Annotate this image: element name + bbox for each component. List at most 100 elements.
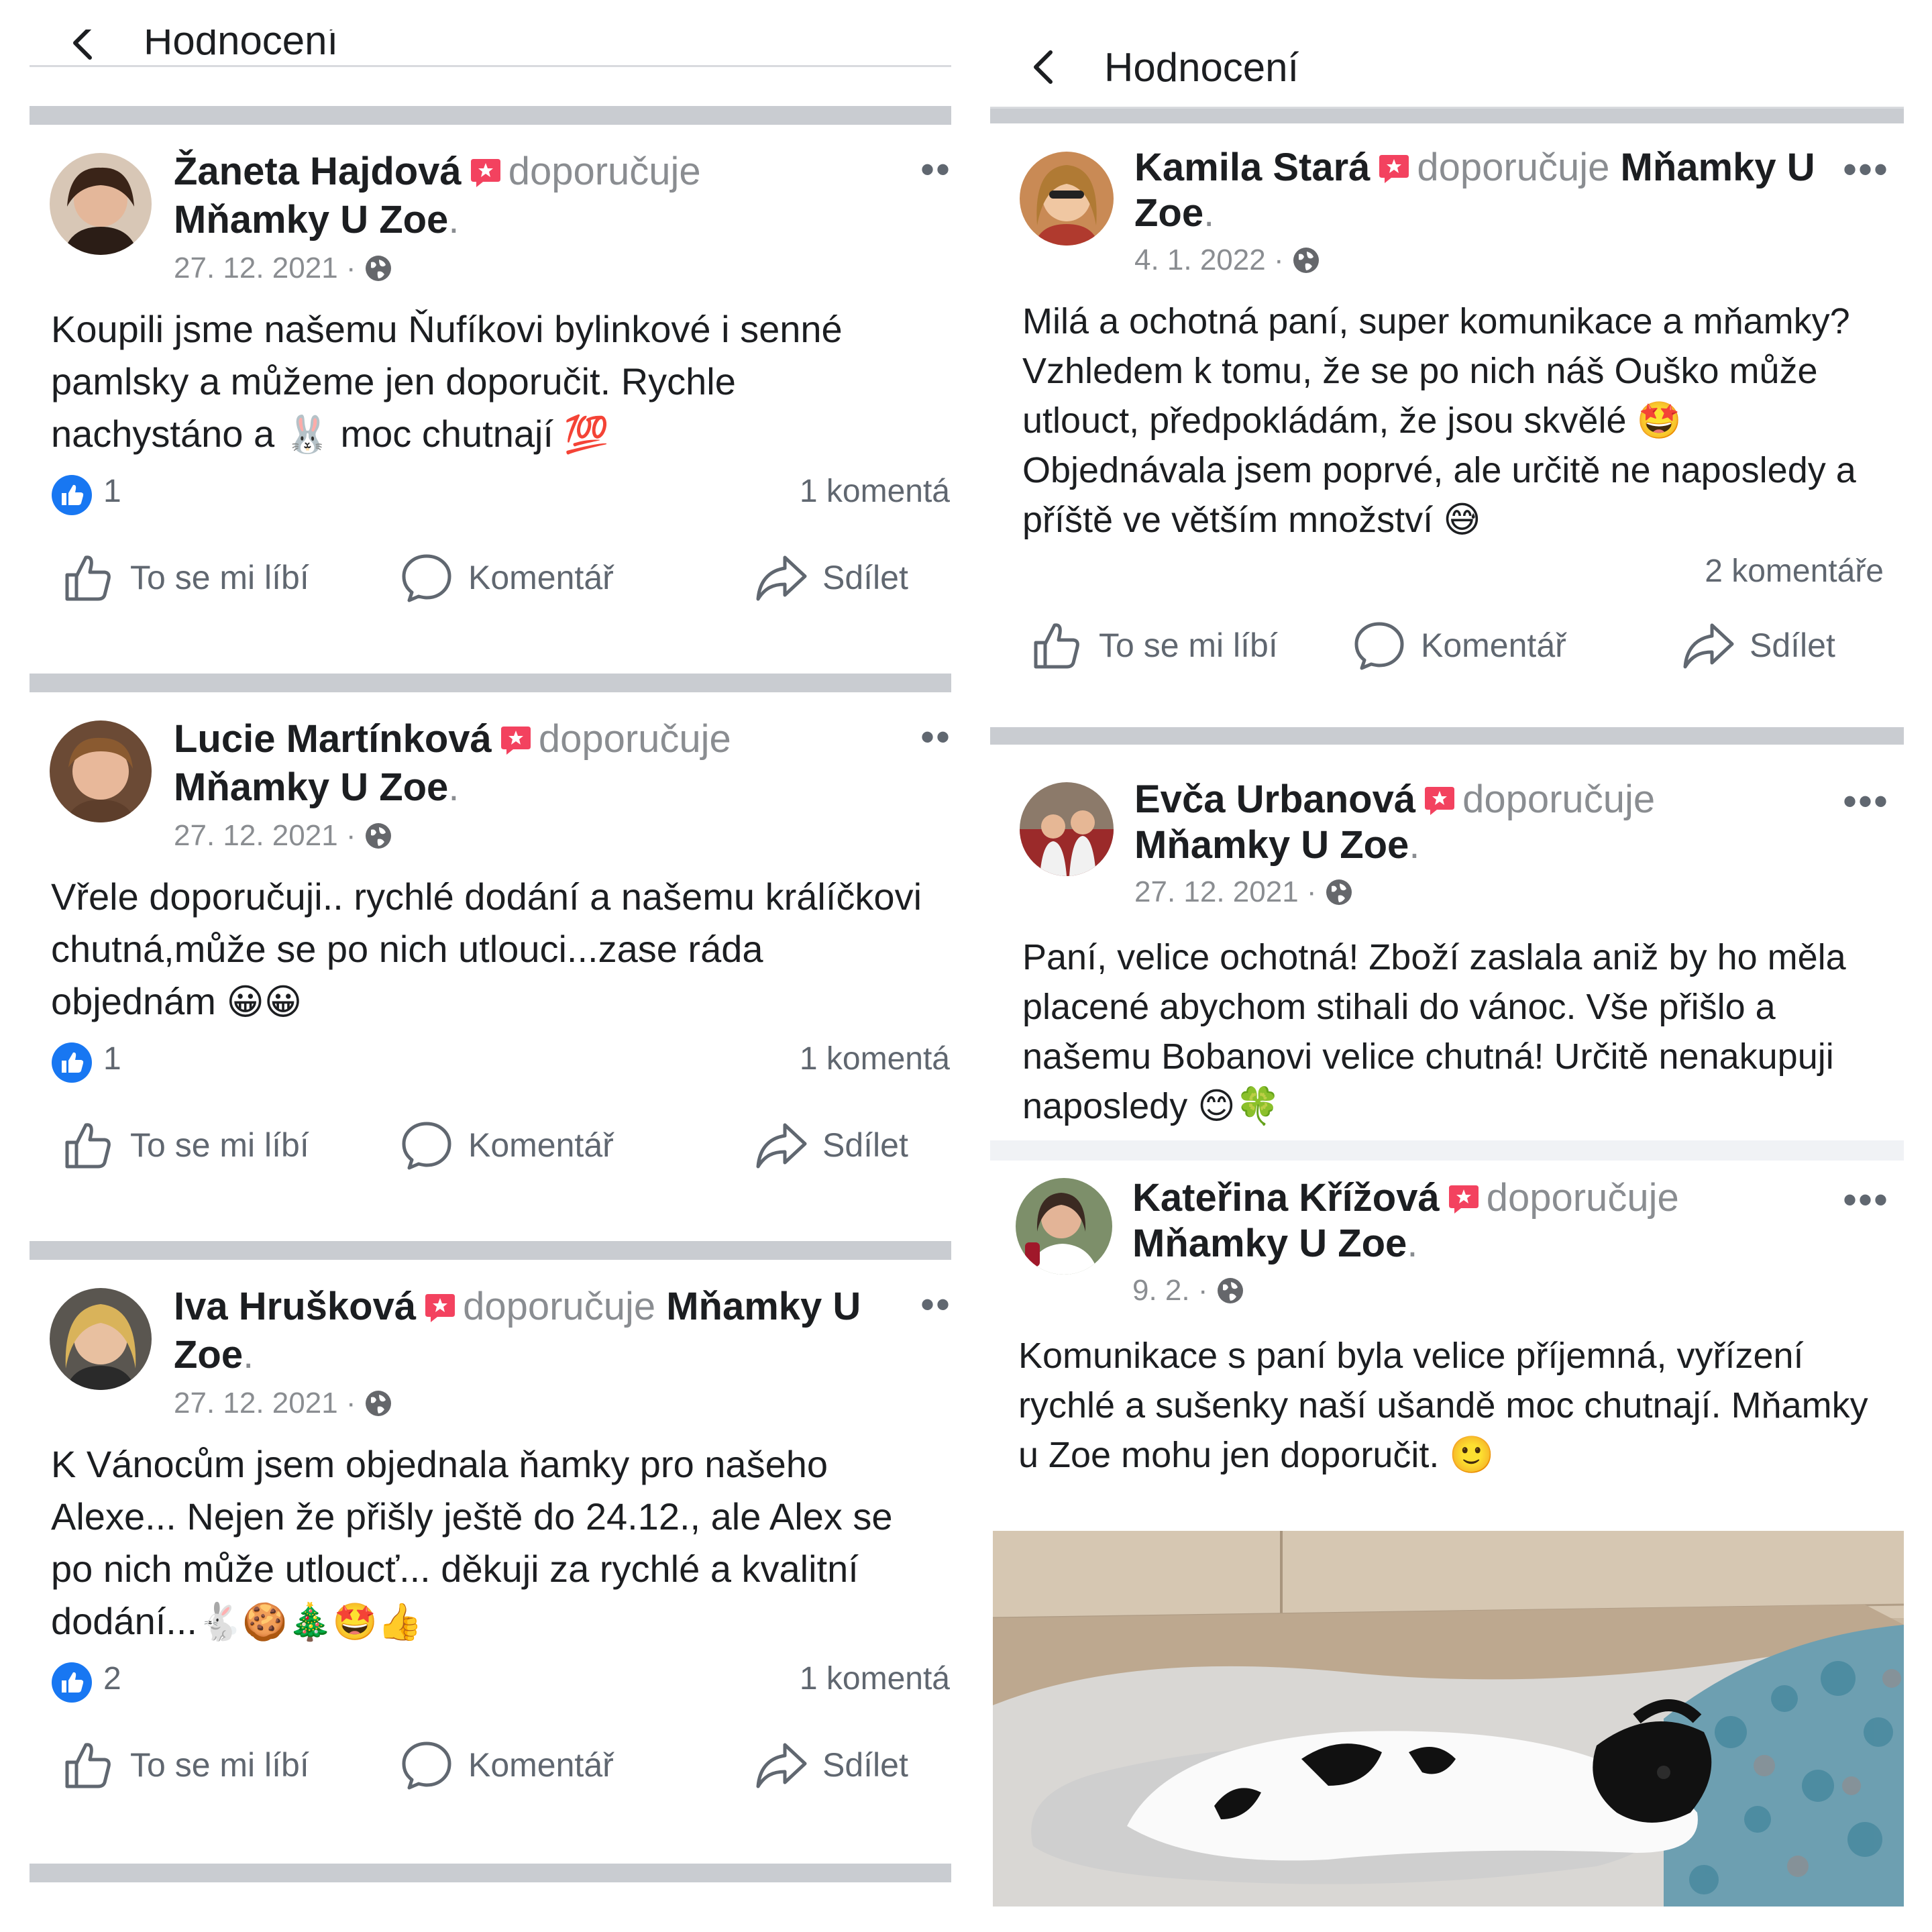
post-meta: 9. 2. · (1132, 1271, 1904, 1311)
back-chevron-icon[interactable] (1025, 47, 1065, 87)
comment-button[interactable]: Komentář (400, 551, 614, 604)
more-dots-icon[interactable]: ••• (1843, 1180, 1889, 1220)
share-button[interactable]: Sdílet (1681, 619, 1835, 672)
like-button[interactable]: To se mi líbí (1030, 619, 1278, 672)
post-header: Kateřina Křížová doporučuje Mňamky U Zoe.… (990, 1175, 1904, 1311)
comments-count[interactable]: 2 komentáře (1705, 553, 1884, 590)
like-count[interactable]: 1 (103, 473, 121, 510)
feed-separator (990, 109, 1904, 123)
comment-button[interactable]: Komentář (1352, 619, 1566, 672)
like-count[interactable]: 1 (103, 1040, 121, 1077)
like-button[interactable]: To se mi líbí (62, 1738, 309, 1792)
right-screenshot-panel: Hodnocení Kamila Stará doporučuje Mňamky … (990, 30, 1904, 1908)
author-name[interactable]: Evča Urbanová (1134, 777, 1415, 821)
post-date: 4. 1. 2022 · (1134, 244, 1284, 276)
reaction-counts: 1 1 komentá (30, 1032, 951, 1093)
more-dots-icon[interactable]: •• (920, 1285, 951, 1325)
like-button-label: To se mi líbí (130, 1126, 309, 1164)
post-date: 27. 12. 2021 · (1134, 875, 1317, 908)
post-header: Iva Hrušková doporučuje Mňamky U Zoe. •• … (30, 1283, 951, 1424)
emoji: 😀😀 (226, 981, 303, 1023)
comment-button[interactable]: Komentář (400, 1118, 614, 1172)
back-chevron-icon[interactable] (64, 30, 105, 63)
page-name[interactable]: Mňamky U Zoe (174, 198, 448, 241)
more-dots-icon[interactable]: ••• (1843, 150, 1889, 190)
review-text: Paní, velice ochotná! Zboží zaslala aniž… (990, 932, 1904, 1131)
avatar[interactable] (50, 720, 152, 822)
page-name[interactable]: Mňamky U Zoe (1134, 823, 1409, 867)
recommend-verb: doporučuje (1417, 146, 1610, 189)
comments-count[interactable]: 1 komentá (800, 473, 950, 510)
emoji: 🐇🍪🎄🤩👍 (197, 1601, 423, 1643)
avatar[interactable] (1020, 782, 1114, 876)
review-text: Milá a ochotná paní, super komunikace a … (990, 297, 1904, 545)
author-name[interactable]: Kateřina Křížová (1132, 1176, 1440, 1220)
more-dots-icon[interactable]: ••• (1843, 782, 1889, 822)
post-actions: To se mi líbí Komentář Sdílet (30, 525, 951, 626)
like-reaction-icon[interactable] (51, 1662, 93, 1703)
post-meta: 27. 12. 2021 · (174, 816, 951, 856)
feed-separator (990, 727, 1904, 745)
page-name[interactable]: Mňamky U Zoe (174, 765, 448, 809)
author-name[interactable]: Kamila Stará (1134, 146, 1370, 189)
reaction-counts: 2 komentáře (990, 545, 1904, 605)
like-button[interactable]: To se mi líbí (62, 551, 309, 604)
comment-button-label: Komentář (1421, 627, 1566, 664)
author-name[interactable]: Iva Hrušková (174, 1285, 416, 1328)
post-headline: Lucie Martínková doporučuje Mňamky U Zoe. (174, 717, 731, 809)
post-meta: 27. 12. 2021 · (174, 248, 951, 288)
post-meta: 4. 1. 2022 · (1134, 240, 1904, 280)
review-post: Kamila Stará doporučuje Mňamky U Zoe. •••… (990, 123, 1904, 727)
review-text-part: K Vánocům jsem objednala ňamky pro našeh… (51, 1443, 893, 1642)
share-button-label: Sdílet (822, 1746, 908, 1784)
avatar[interactable] (1016, 1178, 1112, 1275)
post-actions: To se mi líbí Komentář Sdílet (990, 605, 1904, 692)
post-meta: 27. 12. 2021 · (1134, 872, 1904, 912)
comments-count[interactable]: 1 komentá (800, 1040, 950, 1077)
globe-icon (364, 254, 392, 282)
feed-separator (30, 674, 951, 692)
more-dots-icon[interactable]: •• (920, 717, 951, 757)
review-text-part: Milá a ochotná paní, super komunikace a … (1022, 301, 1850, 441)
avatar[interactable] (1020, 152, 1114, 246)
comments-count[interactable]: 1 komentá (800, 1660, 950, 1697)
thumbs-up-icon (62, 1738, 115, 1792)
globe-icon (1292, 246, 1320, 274)
like-count[interactable]: 2 (103, 1660, 121, 1697)
comment-bubble-icon (400, 1118, 453, 1172)
avatar[interactable] (50, 1288, 152, 1390)
comment-button[interactable]: Komentář (400, 1738, 614, 1792)
post-actions: To se mi líbí Komentář Sdílet (30, 1093, 951, 1193)
globe-icon (1325, 878, 1353, 906)
review-text-part: Vřele doporučuji.. rychlé dodání a našem… (51, 875, 922, 1022)
post-header: Evča Urbanová doporučuje Mňamky U Zoe. ••… (990, 777, 1904, 912)
post-headline: Evča Urbanová doporučuje Mňamky U Zoe. (1134, 777, 1656, 867)
emoji: 💯 (564, 413, 609, 455)
like-reaction-icon[interactable] (51, 1042, 93, 1083)
share-button[interactable]: Sdílet (754, 1118, 908, 1172)
share-button[interactable]: Sdílet (754, 551, 908, 604)
like-reaction-icon[interactable] (51, 474, 93, 516)
comment-bubble-icon (1352, 619, 1406, 672)
emoji: 🤩 (1636, 399, 1682, 441)
more-dots-icon[interactable]: •• (920, 150, 951, 190)
like-button-label: To se mi líbí (130, 1746, 309, 1784)
author-name[interactable]: Žaneta Hajdová (174, 150, 462, 193)
recommend-verb: doporučuje (463, 1285, 656, 1328)
recommend-badge-icon (1422, 783, 1457, 818)
share-arrow-icon (754, 1738, 808, 1792)
page-title: Hodnocení (144, 30, 339, 63)
like-button-label: To se mi líbí (130, 559, 309, 596)
review-post: Evča Urbanová doporučuje Mňamky U Zoe. ••… (990, 745, 1904, 1140)
avatar[interactable] (50, 153, 152, 255)
recommend-verb: doporučuje (538, 717, 731, 761)
like-button[interactable]: To se mi líbí (62, 1118, 309, 1172)
page-name[interactable]: Mňamky U Zoe (1132, 1222, 1407, 1265)
post-headline: Kamila Stará doporučuje Mňamky U Zoe. (1134, 146, 1815, 235)
recommend-verb: doporučuje (1486, 1176, 1679, 1220)
recommend-badge-icon (498, 722, 533, 757)
rabbit-photo[interactable] (993, 1531, 1904, 1907)
share-button[interactable]: Sdílet (754, 1738, 908, 1792)
share-arrow-icon (754, 551, 808, 604)
author-name[interactable]: Lucie Martínková (174, 717, 492, 761)
